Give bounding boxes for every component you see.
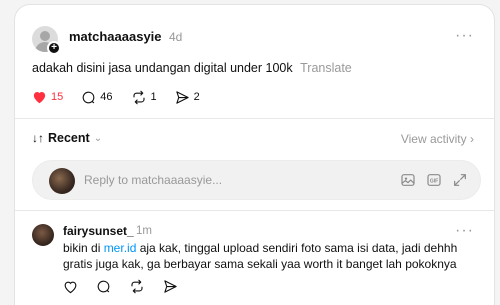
reply-attachments: GIF: [390, 172, 468, 188]
like-count: 15: [51, 91, 64, 103]
reply-actions: [63, 279, 196, 294]
comment-button[interactable]: 46: [81, 90, 113, 105]
reply-author-username[interactable]: fairysunset_: [63, 224, 134, 238]
share-button[interactable]: 2: [175, 90, 200, 105]
comment-bubble-icon[interactable]: [96, 279, 111, 294]
repost-icon: [132, 90, 145, 104]
sort-dropdown[interactable]: ↓↑ Recent ⌄: [32, 131, 102, 145]
original-post: + matchaaaasyie 4d ··· adakah disini jas…: [15, 5, 494, 115]
comment-bubble-icon: [82, 91, 95, 103]
post-body: adakah disini jasa undangan digital unde…: [32, 61, 352, 75]
comment-count: 46: [100, 91, 113, 103]
svg-text:GIF: GIF: [430, 178, 438, 184]
follow-plus-icon[interactable]: +: [47, 41, 61, 55]
reply-item: fairysunset_ 1m ··· bikin di mer.id aja …: [15, 213, 494, 305]
divider: [15, 210, 494, 211]
view-activity-link[interactable]: View activity ›: [401, 132, 474, 146]
chevron-right-icon: ›: [470, 132, 474, 146]
reply-timestamp: 1m: [136, 225, 152, 237]
post-more-options-icon[interactable]: ···: [455, 27, 474, 45]
current-user-avatar: [49, 168, 75, 194]
sort-arrows-icon: ↓↑: [32, 131, 44, 145]
post-timestamp: 4d: [169, 30, 183, 44]
share-count: 2: [193, 91, 200, 103]
share-send-icon[interactable]: [163, 279, 178, 294]
post-author-avatar[interactable]: +: [32, 26, 61, 55]
image-icon[interactable]: [400, 172, 416, 188]
post-author-username[interactable]: matchaaaasyie: [69, 29, 162, 44]
heart-icon: [33, 92, 46, 104]
divider: [15, 118, 494, 119]
reply-input-placeholder[interactable]: Reply to matchaaaasyie...: [84, 173, 222, 187]
like-button[interactable]: 15: [32, 90, 63, 104]
share-send-icon: [175, 90, 189, 104]
reply-text-before: bikin di: [63, 241, 104, 255]
reply-more-options-icon[interactable]: ···: [455, 222, 474, 240]
repost-count: 1: [150, 91, 157, 103]
heart-icon[interactable]: [63, 280, 78, 294]
reply-author-avatar[interactable]: [32, 224, 54, 246]
expand-icon[interactable]: [452, 172, 468, 188]
reply-body: bikin di mer.id aja kak, tinggal upload …: [63, 240, 473, 272]
translate-link[interactable]: Translate: [300, 61, 352, 75]
post-actions: 15 46 1 2: [32, 87, 218, 107]
reply-link[interactable]: mer.id: [104, 241, 137, 255]
repost-icon[interactable]: [129, 279, 145, 294]
thread-card: + matchaaaasyie 4d ··· adakah disini jas…: [14, 4, 495, 305]
repost-button[interactable]: 1: [131, 90, 157, 105]
chevron-down-icon: ⌄: [93, 132, 103, 144]
view-activity-label: View activity: [400, 132, 467, 146]
post-text: adakah disini jasa undangan digital unde…: [32, 61, 293, 75]
replies-sort-bar: ↓↑ Recent ⌄ View activity ›: [32, 129, 474, 147]
reply-input-box[interactable]: Reply to matchaaaasyie... GIF: [32, 160, 481, 200]
gif-icon[interactable]: GIF: [426, 172, 442, 188]
sort-label: Recent: [48, 131, 90, 145]
